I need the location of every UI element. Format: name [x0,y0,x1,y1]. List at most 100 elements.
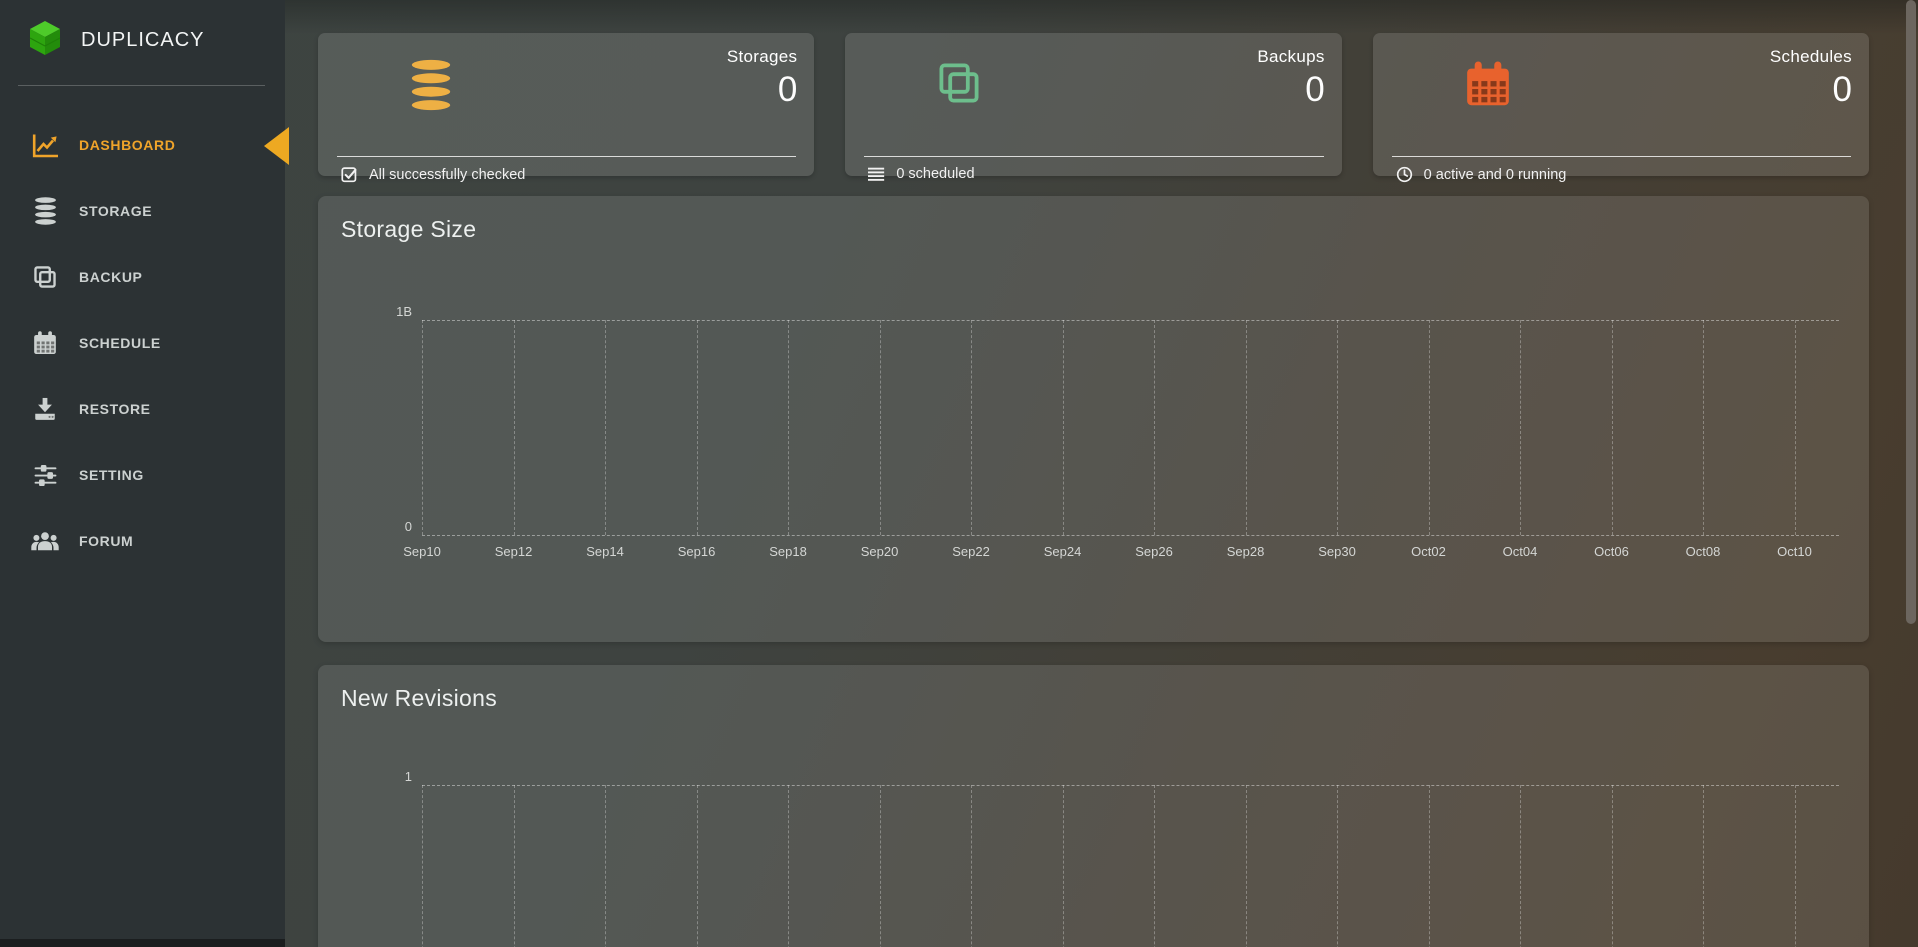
storage-size-chart: 1B 0 Sep10 Sep12 Sep14 Sep16 Sep18 Sep20 Sep22 Se… [318,196,1869,642]
gridline-vertical [697,785,698,947]
list-icon [868,167,885,182]
x-tick-label: Sep30 [1297,544,1377,559]
gridline-vertical [1520,320,1521,535]
x-tick-label: Sep22 [931,544,1011,559]
x-tick-label: Oct02 [1389,544,1469,559]
x-tick-label: Sep26 [1114,544,1194,559]
x-tick-label: Oct04 [1480,544,1560,559]
gridline-vertical [1063,320,1064,535]
sidebar-item-forum[interactable]: FORUM [0,508,285,574]
database-icon [28,197,62,225]
gridline-horizontal [422,320,1839,321]
card-label: Backups [1257,47,1324,67]
summary-card-backups[interactable]: Backups 0 0 scheduled [845,33,1341,176]
gridline-vertical [605,785,606,947]
x-tick-label: Sep18 [748,544,828,559]
sidebar-item-label: STORAGE [79,203,152,219]
sidebar-item-label: BACKUP [79,269,143,285]
duplicacy-cube-icon [29,20,61,61]
card-value: 0 [727,70,797,110]
duplicacy-dashboard: DUPLICACY DASHBOARD [0,0,1918,947]
sidebar-bottom-edge [0,939,285,947]
sliders-icon [28,464,62,487]
x-tick-label: Sep20 [840,544,920,559]
card-value: 0 [1257,70,1324,110]
card-divider [337,156,796,157]
card-footer-text: All successfully checked [369,167,525,183]
sidebar-item-storage[interactable]: STORAGE [0,178,285,244]
gridline-vertical [1154,320,1155,535]
sidebar-item-setting[interactable]: SETTING [0,442,285,508]
sidebar-item-dashboard[interactable]: DASHBOARD [0,112,285,178]
summary-card-schedules[interactable]: Schedules 0 0 active and 0 running [1373,33,1869,176]
app-title: DUPLICACY [81,29,204,52]
calendar-icon [28,330,62,356]
users-icon [28,531,62,552]
x-tick-label: Sep14 [565,544,645,559]
gridline-vertical [1429,785,1430,947]
gridline-vertical [1337,785,1338,947]
card-divider [864,156,1323,157]
card-footer-text: 0 scheduled [896,166,974,182]
sidebar-item-restore[interactable]: RESTORE [0,376,285,442]
database-stack-icon [408,59,454,116]
card-footer-text: 0 active and 0 running [1424,167,1567,183]
copy-icon [28,264,62,290]
x-tick-label: Sep10 [382,544,462,559]
gridline-vertical [1612,785,1613,947]
scrollbar-thumb[interactable] [1906,0,1916,624]
sidebar: DUPLICACY DASHBOARD [0,0,285,947]
gridline-vertical [880,785,881,947]
calendar-icon [1463,59,1513,114]
sidebar-item-label: SCHEDULE [79,335,161,351]
card-label: Storages [727,47,797,67]
new-revisions-chart: 1 [318,665,1869,947]
gridline-vertical [880,320,881,535]
line-chart-icon [28,133,62,158]
checkbox-checked-icon [341,166,358,183]
gridline-vertical [1612,320,1613,535]
x-tick-label: Sep28 [1206,544,1286,559]
clock-icon [1396,166,1413,183]
sidebar-item-schedule[interactable]: SCHEDULE [0,310,285,376]
gridline-vertical [1063,785,1064,947]
gridline-vertical [605,320,606,535]
sidebar-item-label: SETTING [79,467,144,483]
y-tick-label: 1B [352,303,412,320]
main-content: Storages 0 All successfully checked [285,0,1918,947]
sidebar-item-label: FORUM [79,533,133,549]
sidebar-item-label: DASHBOARD [79,137,175,153]
gridline-vertical [1703,785,1704,947]
gridline-vertical [1154,785,1155,947]
gridline-vertical [422,785,423,947]
gridline-vertical [971,785,972,947]
gridline-vertical [1703,320,1704,535]
summary-card-storages[interactable]: Storages 0 All successfully checked [318,33,814,176]
gridline-horizontal [422,785,1839,786]
logo[interactable]: DUPLICACY [29,20,204,61]
gridline-vertical [1337,320,1338,535]
sidebar-divider [18,85,265,86]
summary-cards-row: Storages 0 All successfully checked [318,33,1869,176]
gridline-vertical [422,320,423,535]
sidebar-item-backup[interactable]: BACKUP [0,244,285,310]
gridline-vertical [1520,785,1521,947]
x-tick-label: Sep16 [657,544,737,559]
storage-size-panel: Storage Size 1B0Sep10Sep12Sep14Sep16Sep1… [318,196,1869,642]
download-tray-icon [28,396,62,422]
x-tick-label: Sep12 [474,544,554,559]
x-tick-label: Sep24 [1023,544,1103,559]
gridline-vertical [514,785,515,947]
x-tick-label: Oct10 [1755,544,1835,559]
card-divider [1392,156,1851,157]
copy-icon [935,59,983,112]
x-tick-label: Oct06 [1572,544,1652,559]
gridline-vertical [514,320,515,535]
y-tick-label: 1 [352,768,412,785]
gridline-vertical [788,785,789,947]
new-revisions-panel: New Revisions 1 [318,665,1869,947]
gridline-vertical [1429,320,1430,535]
gridline-vertical [697,320,698,535]
y-tick-label: 0 [352,518,412,535]
card-value: 0 [1770,70,1852,110]
